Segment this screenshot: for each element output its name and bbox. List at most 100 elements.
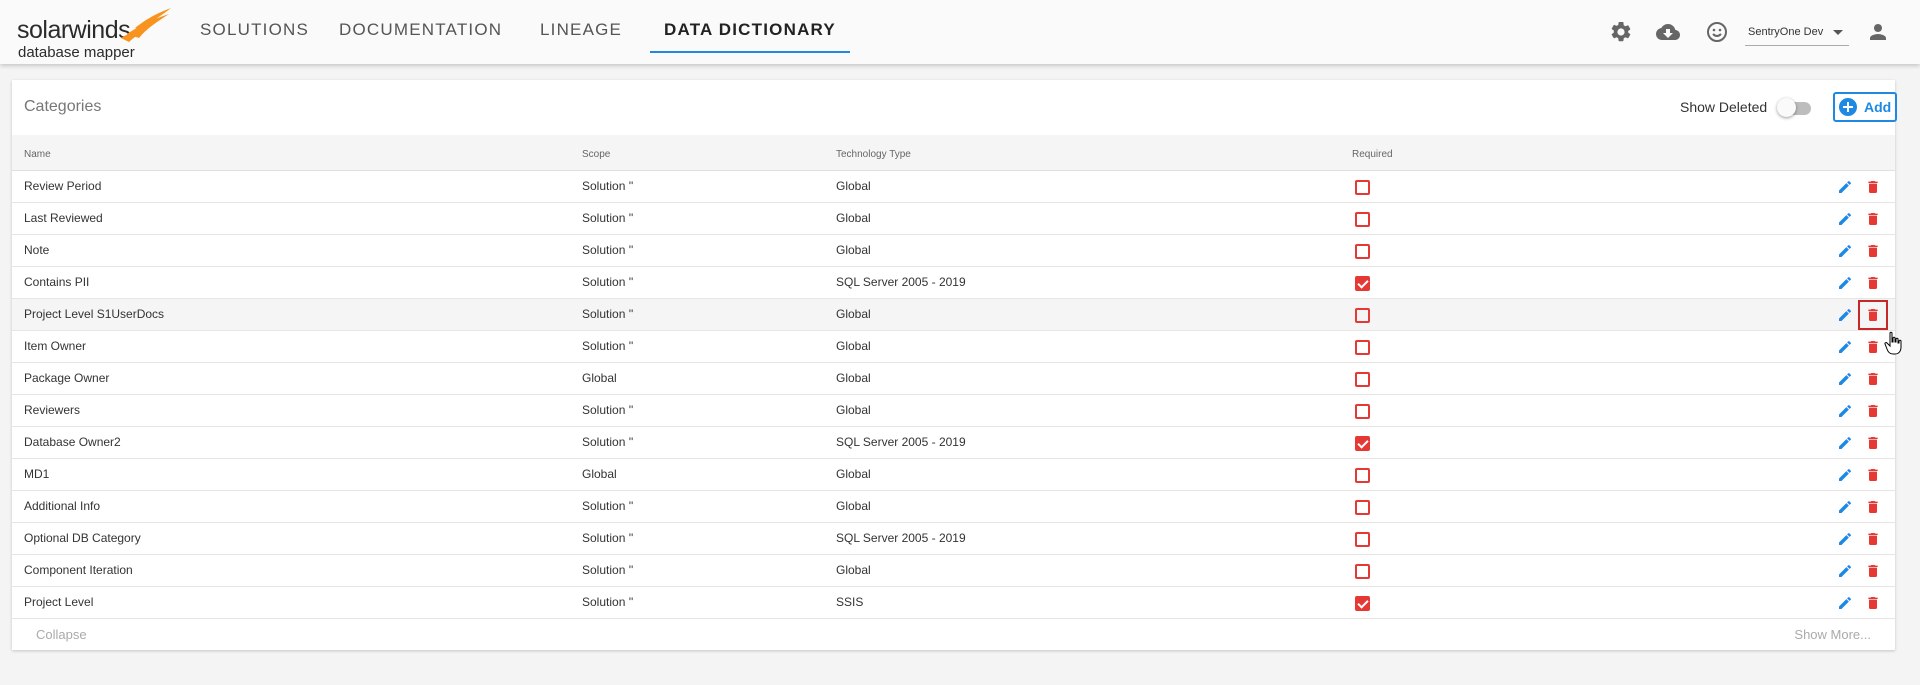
user-select-value: SentryOne Dev <box>1748 26 1824 38</box>
required-checkbox[interactable] <box>1355 436 1370 451</box>
delete-trash-icon[interactable] <box>1865 179 1881 195</box>
delete-trash-icon[interactable] <box>1865 499 1881 515</box>
category-name: Last Reviewed <box>24 211 103 225</box>
smiley-icon[interactable] <box>1705 20 1729 44</box>
edit-pencil-icon[interactable] <box>1837 371 1853 387</box>
delete-trash-icon[interactable] <box>1865 339 1881 355</box>
category-name: MD1 <box>24 467 50 481</box>
edit-pencil-icon[interactable] <box>1837 243 1853 259</box>
category-technology-type: Global <box>836 211 871 225</box>
table-row[interactable]: Last Reviewed Solution '' Global <box>12 203 1895 235</box>
edit-pencil-icon[interactable] <box>1837 403 1853 419</box>
category-name: Item Owner <box>24 339 87 353</box>
table-row[interactable]: Review Period Solution '' Global <box>12 171 1895 203</box>
required-checkbox[interactable] <box>1355 372 1370 387</box>
delete-trash-icon[interactable] <box>1865 435 1881 451</box>
table-row[interactable]: Optional DB Category Solution '' SQL Serve… <box>12 523 1895 555</box>
table-row[interactable]: Reviewers Solution '' Global <box>12 395 1895 427</box>
edit-pencil-icon[interactable] <box>1837 179 1853 195</box>
category-technology-type: SQL Server 2005 - 2019 <box>836 275 966 289</box>
category-technology-type: SQL Server 2005 - 2019 <box>836 531 966 545</box>
required-checkbox[interactable] <box>1355 532 1370 547</box>
delete-trash-icon[interactable] <box>1865 243 1881 259</box>
category-scope: Solution '' <box>582 179 634 193</box>
required-checkbox[interactable] <box>1355 212 1370 227</box>
required-checkbox[interactable] <box>1355 596 1370 611</box>
category-scope: Solution '' <box>582 307 634 321</box>
nav-lineage[interactable]: LINEAGE <box>526 20 636 54</box>
toggle-knob <box>1777 98 1796 117</box>
edit-pencil-icon[interactable] <box>1837 307 1853 323</box>
category-technology-type: SSIS <box>836 595 864 609</box>
required-checkbox[interactable] <box>1355 500 1370 515</box>
table-row[interactable]: Project Level S1UserDocs Solution '' Globa… <box>12 299 1895 331</box>
edit-pencil-icon[interactable] <box>1837 595 1853 611</box>
solarwinds-logo[interactable]: solarwinds database mapper <box>17 8 171 61</box>
delete-trash-icon[interactable] <box>1865 371 1881 387</box>
table-row[interactable]: Additional Info Solution '' Global <box>12 491 1895 523</box>
add-button-label: Add <box>1864 99 1892 115</box>
user-select[interactable]: SentryOne Dev <box>1745 18 1849 46</box>
table-row[interactable]: MD1 Global Global <box>12 459 1895 491</box>
table-row[interactable]: Item Owner Solution '' Global <box>12 331 1895 363</box>
delete-trash-icon[interactable] <box>1865 563 1881 579</box>
table-row[interactable]: Project Level Solution '' SSIS <box>12 587 1895 619</box>
table-row[interactable]: Contains PII Solution '' SQL Server 2005 -… <box>12 267 1895 299</box>
nav-documentation[interactable]: DOCUMENTATION <box>325 20 516 54</box>
category-technology-type: SQL Server 2005 - 2019 <box>836 435 966 449</box>
show-deleted-label: Show Deleted <box>1680 99 1768 115</box>
category-name: Review Period <box>24 179 102 193</box>
required-checkbox[interactable] <box>1355 244 1370 259</box>
category-name: Package Owner <box>24 371 110 385</box>
edit-pencil-icon[interactable] <box>1837 467 1853 483</box>
table-row[interactable]: Package Owner Global Global <box>12 363 1895 395</box>
edit-pencil-icon[interactable] <box>1837 275 1853 291</box>
table-row[interactable]: Database Owner2 Solution '' SQL Server 200… <box>12 427 1895 459</box>
required-checkbox[interactable] <box>1355 404 1370 419</box>
delete-trash-icon[interactable] <box>1858 300 1888 330</box>
category-technology-type: Global <box>836 339 871 353</box>
edit-pencil-icon[interactable] <box>1837 339 1853 355</box>
column-header-technology-type: Technology Type <box>836 149 911 160</box>
account-icon[interactable] <box>1866 20 1890 44</box>
table-row[interactable]: Component Iteration Solution '' Global <box>12 555 1895 587</box>
category-name: Optional DB Category <box>24 531 141 545</box>
delete-trash-icon[interactable] <box>1865 467 1881 483</box>
nav-data-dictionary[interactable]: DATA DICTIONARY <box>650 20 850 53</box>
cloud-download-icon[interactable] <box>1656 20 1680 44</box>
category-scope: Global <box>582 467 617 481</box>
collapse-link[interactable]: Collapse <box>36 627 87 642</box>
delete-trash-icon[interactable] <box>1865 403 1881 419</box>
categories-card: Categories Show Deleted Add Name Scope T… <box>12 80 1897 650</box>
category-scope: Solution '' <box>582 339 634 353</box>
required-checkbox[interactable] <box>1355 468 1370 483</box>
category-technology-type: Global <box>836 243 871 257</box>
required-checkbox[interactable] <box>1355 340 1370 355</box>
required-checkbox[interactable] <box>1355 564 1370 579</box>
edit-pencil-icon[interactable] <box>1837 211 1853 227</box>
required-checkbox[interactable] <box>1355 308 1370 323</box>
category-scope: Solution '' <box>582 499 634 513</box>
category-name: Contains PII <box>24 275 90 289</box>
gear-icon[interactable] <box>1609 20 1633 44</box>
table-row[interactable]: Note Solution '' Global <box>12 235 1895 267</box>
category-scope: Solution '' <box>582 275 634 289</box>
required-checkbox[interactable] <box>1355 276 1370 291</box>
category-technology-type: Global <box>836 467 871 481</box>
show-deleted-toggle[interactable] <box>1777 98 1813 118</box>
edit-pencil-icon[interactable] <box>1837 435 1853 451</box>
required-checkbox[interactable] <box>1355 180 1370 195</box>
delete-trash-icon[interactable] <box>1865 531 1881 547</box>
nav-solutions[interactable]: SOLUTIONS <box>186 20 323 54</box>
add-category-button[interactable]: Add <box>1833 92 1897 122</box>
delete-trash-icon[interactable] <box>1865 211 1881 227</box>
delete-trash-icon[interactable] <box>1865 275 1881 291</box>
show-more-link[interactable]: Show More... <box>1794 627 1871 642</box>
edit-pencil-icon[interactable] <box>1837 499 1853 515</box>
edit-pencil-icon[interactable] <box>1837 563 1853 579</box>
edit-pencil-icon[interactable] <box>1837 531 1853 547</box>
category-scope: Solution '' <box>582 531 634 545</box>
category-name: Database Owner2 <box>24 435 121 449</box>
delete-trash-icon[interactable] <box>1865 595 1881 611</box>
table-footer: Collapse Show More... <box>12 620 1895 650</box>
